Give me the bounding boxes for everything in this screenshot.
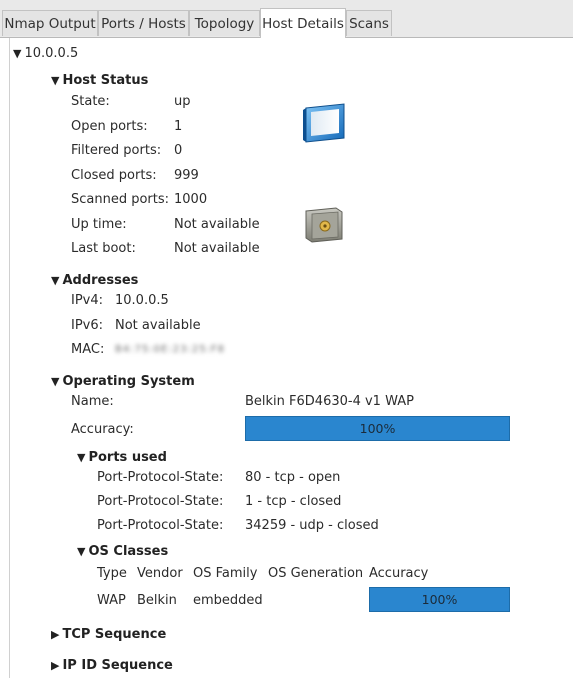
filtered-ports-value: 0	[174, 143, 183, 158]
os-expander[interactable]: ▼ Operating System	[51, 373, 195, 391]
last-boot-value: Not available	[174, 241, 260, 256]
state-label: State:	[71, 94, 110, 109]
expanded-arrow-icon: ▼	[51, 74, 60, 87]
port-protocol-state-value: 1 - tcp - closed	[245, 494, 342, 509]
tab-bar: Nmap Output Ports / Hosts Topology Host …	[0, 0, 573, 38]
host-ip-label: 10.0.0.5	[24, 46, 79, 61]
tab-host-details[interactable]: Host Details	[260, 8, 346, 38]
open-ports-value: 1	[174, 119, 183, 134]
column-header-os-family: OS Family	[193, 566, 258, 581]
ipv6-value: Not available	[115, 318, 201, 333]
tab-topology[interactable]: Topology	[189, 10, 260, 36]
ports-used-expander[interactable]: ▼ Ports used	[77, 449, 167, 467]
expanded-arrow-icon: ▼	[51, 375, 60, 388]
monitor-icon	[303, 103, 345, 143]
os-accuracy-progress-bar: 100%	[245, 416, 510, 441]
expanded-arrow-icon: ▼	[77, 545, 86, 558]
collapsed-arrow-icon: ▶	[51, 628, 60, 641]
filtered-ports-label: Filtered ports:	[71, 143, 162, 158]
ipv6-label: IPv6:	[71, 318, 104, 333]
column-header-os-generation: OS Generation	[268, 566, 364, 581]
collapsed-arrow-icon: ▶	[51, 659, 60, 672]
state-value: up	[174, 94, 191, 109]
os-class-vendor: Belkin	[137, 593, 177, 608]
expanded-arrow-icon: ▼	[51, 274, 60, 287]
host-expander[interactable]: ▼ 10.0.0.5	[13, 45, 78, 63]
expanded-arrow-icon: ▼	[13, 47, 22, 60]
ipid-sequence-expander[interactable]: ▶ IP ID Sequence	[51, 657, 173, 675]
mac-value: B4:75:0E:23:25:F8	[115, 344, 226, 355]
ports-used-heading: Ports used	[88, 450, 167, 465]
tab-scans[interactable]: Scans	[346, 10, 392, 36]
safe-icon	[305, 207, 343, 243]
scanned-ports-value: 1000	[174, 192, 208, 207]
port-protocol-state-label: Port-Protocol-State:	[97, 470, 224, 485]
os-heading: Operating System	[62, 374, 195, 389]
os-name-label: Name:	[71, 394, 114, 409]
os-class-family: embedded	[193, 593, 263, 608]
tab-ports-hosts[interactable]: Ports / Hosts	[98, 10, 189, 36]
column-header-vendor: Vendor	[137, 566, 183, 581]
ipid-sequence-heading: IP ID Sequence	[62, 658, 173, 673]
os-class-type: WAP	[97, 593, 126, 608]
os-accuracy-label: Accuracy:	[71, 422, 134, 437]
tab-nmap-output[interactable]: Nmap Output	[2, 10, 98, 36]
addresses-heading: Addresses	[62, 273, 139, 288]
tcp-sequence-expander[interactable]: ▶ TCP Sequence	[51, 626, 166, 644]
host-status-expander[interactable]: ▼ Host Status	[51, 72, 148, 90]
last-boot-label: Last boot:	[71, 241, 136, 256]
mac-label: MAC:	[71, 342, 105, 357]
closed-ports-value: 999	[174, 168, 199, 183]
os-class-accuracy-progress-bar: 100%	[369, 587, 510, 612]
os-classes-heading: OS Classes	[88, 544, 169, 559]
port-protocol-state-label: Port-Protocol-State:	[97, 494, 224, 509]
open-ports-label: Open ports:	[71, 119, 148, 134]
ipv4-label: IPv4:	[71, 293, 104, 308]
port-protocol-state-value: 80 - tcp - open	[245, 470, 341, 485]
scanned-ports-label: Scanned ports:	[71, 192, 170, 207]
expanded-arrow-icon: ▼	[77, 451, 86, 464]
os-name-value: Belkin F6D4630-4 v1 WAP	[245, 394, 414, 409]
port-protocol-state-value: 34259 - udp - closed	[245, 518, 379, 533]
host-status-heading: Host Status	[62, 73, 149, 88]
port-protocol-state-label: Port-Protocol-State:	[97, 518, 224, 533]
uptime-label: Up time:	[71, 217, 127, 232]
uptime-value: Not available	[174, 217, 260, 232]
column-header-type: Type	[97, 566, 127, 581]
column-header-accuracy: Accuracy	[369, 566, 429, 581]
os-classes-expander[interactable]: ▼ OS Classes	[77, 543, 168, 561]
closed-ports-label: Closed ports:	[71, 168, 157, 183]
tcp-sequence-heading: TCP Sequence	[62, 627, 167, 642]
addresses-expander[interactable]: ▼ Addresses	[51, 272, 138, 290]
ipv4-value: 10.0.0.5	[115, 293, 169, 308]
